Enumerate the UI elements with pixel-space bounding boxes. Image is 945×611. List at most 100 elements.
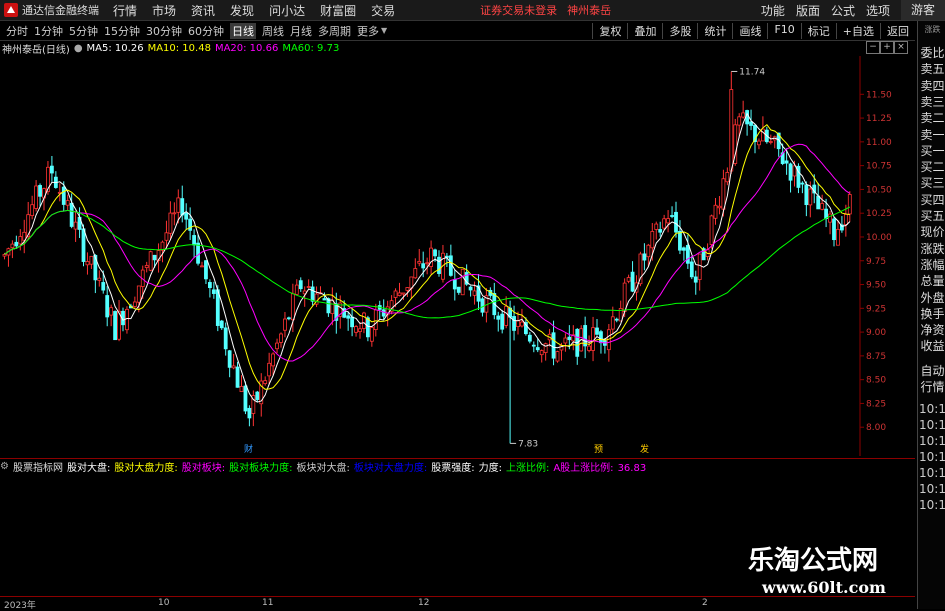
tool-draw-line[interactable]: 画线 xyxy=(732,22,767,39)
event-marker: 发 xyxy=(640,443,649,455)
candle-body xyxy=(105,295,110,318)
indicator-settings-icon[interactable]: ⚙ xyxy=(0,461,9,472)
menu-options[interactable]: 选项 xyxy=(866,2,890,19)
tab-intraday[interactable]: 分时 xyxy=(6,23,28,39)
menu-item-quotes[interactable]: 行情 xyxy=(113,2,137,19)
indicator-bar: ⚙ 股票指标网 股对大盘: 股对大盘力度: 股对板块: 股对板块力度: 板块对大盘: 板块… xyxy=(0,458,915,474)
quote-sidebar: 涨跌 委比 卖五 卖四 卖三 卖二 卖一 买一 买二 买三 买四 买五 现价 涨跌 涨幅 总量 外盘 换手 净资收… xyxy=(917,21,945,609)
menu-bar: 通达信金融终端 行情 市场 资讯 发现 问小达 财富圈 交易 证券交易未登录 神… xyxy=(0,0,945,21)
y-tick-label: 10.75 xyxy=(866,162,892,172)
candle-body xyxy=(721,178,726,210)
candle-body xyxy=(456,286,461,293)
chart-info-line: 神州泰岳(日线) ● MA5: 10.26 MA10: 10.48 MA20: … xyxy=(2,41,343,56)
candle-body xyxy=(630,271,635,292)
candle-body xyxy=(38,185,42,197)
extreme-label: 7.83 xyxy=(518,439,538,449)
candle-body xyxy=(65,200,70,206)
tool-back[interactable]: 返回 xyxy=(880,22,915,39)
candle-body xyxy=(235,366,240,388)
y-tick-label: 11.25 xyxy=(866,114,892,124)
candle-body xyxy=(587,345,591,351)
menu-item-wealth[interactable]: 财富圈 xyxy=(320,2,356,19)
tool-f10[interactable]: F10 xyxy=(767,22,800,39)
more-chevron-icon[interactable]: ▼ xyxy=(381,26,387,35)
tab-60min[interactable]: 60分钟 xyxy=(188,23,224,39)
y-tick-label: 10.50 xyxy=(866,185,892,195)
candle-body xyxy=(555,351,560,362)
candle-body xyxy=(543,343,548,353)
menu-item-market[interactable]: 市场 xyxy=(152,2,176,19)
sidebar-label: 总量 xyxy=(920,274,945,289)
menu-formula[interactable]: 公式 xyxy=(831,2,855,19)
trade-login-alert[interactable]: 证券交易未登录 xyxy=(480,2,557,18)
sidebar-label: 涨幅 xyxy=(920,257,945,272)
candle-body xyxy=(97,277,102,281)
menu-function[interactable]: 功能 xyxy=(761,2,785,19)
y-tick-label: 8.00 xyxy=(866,423,886,433)
candle-body xyxy=(239,386,244,392)
candle-body xyxy=(697,253,702,280)
close-chart-icon[interactable]: × xyxy=(894,41,908,54)
candle-body xyxy=(460,268,465,296)
candle-body xyxy=(50,165,54,174)
candle-body xyxy=(164,232,169,241)
menu-item-trade[interactable]: 交易 xyxy=(371,2,395,19)
candle-body xyxy=(275,342,279,350)
candle-body xyxy=(354,326,358,333)
candle-body xyxy=(417,261,422,264)
zoom-out-icon[interactable]: − xyxy=(866,41,880,54)
indicator-item: 板块对大盘力度: xyxy=(353,462,428,474)
tool-overlay[interactable]: 叠加 xyxy=(627,22,662,39)
sidebar-label: 委比 xyxy=(920,46,945,60)
period-tab-bar: 分时 1分钟 5分钟 15分钟 30分钟 60分钟 日线 周线 月线 多周期 更… xyxy=(0,21,915,41)
candle-body xyxy=(176,197,181,213)
sidebar-label: 卖三 xyxy=(920,94,945,109)
settings-dot-icon[interactable]: ● xyxy=(74,43,83,54)
menu-item-news[interactable]: 资讯 xyxy=(191,2,215,19)
candle-body xyxy=(227,350,232,368)
candle-body xyxy=(172,212,177,215)
tab-30min[interactable]: 30分钟 xyxy=(146,23,182,39)
tab-monthly[interactable]: 月线 xyxy=(290,23,312,39)
candle-body xyxy=(152,254,157,261)
menu-layout[interactable]: 版面 xyxy=(796,2,820,19)
candle-body xyxy=(820,203,825,210)
candle-body xyxy=(365,317,370,338)
candle-body xyxy=(10,243,15,249)
tool-adjust[interactable]: 复权 xyxy=(592,22,627,39)
candle-body xyxy=(247,407,252,419)
tab-daily[interactable]: 日线 xyxy=(230,22,256,39)
chart-toolbar: 复权 叠加 多股 统计 画线 F10 标记 +自选 返回 xyxy=(592,22,915,39)
candle-body xyxy=(828,213,832,223)
tdx-logo-icon xyxy=(4,3,18,17)
tool-mark[interactable]: 标记 xyxy=(800,22,836,39)
tool-statistics[interactable]: 统计 xyxy=(697,22,732,39)
candle-body xyxy=(654,223,659,230)
candlestick-chart[interactable]: 11.50 11.25 11.00 10.75 10.50 10.25 10.00 9.75 9… xyxy=(0,56,915,456)
indicator-name[interactable]: 股票指标网 xyxy=(13,459,63,474)
candle-body xyxy=(393,290,398,298)
tab-5min[interactable]: 5分钟 xyxy=(69,23,98,39)
candle-body xyxy=(18,236,23,245)
tool-add-watchlist[interactable]: +自选 xyxy=(835,22,880,39)
tool-multi-stock[interactable]: 多股 xyxy=(662,22,697,39)
sidebar-label: 净资 xyxy=(920,323,945,338)
guest-button[interactable]: 游客 xyxy=(900,0,945,20)
ma60-value: MA60: 9.73 xyxy=(282,42,340,54)
zoom-in-icon[interactable]: + xyxy=(880,41,894,54)
menu-item-discover[interactable]: 发现 xyxy=(230,2,254,19)
tab-1min[interactable]: 1分钟 xyxy=(34,23,63,39)
candle-body xyxy=(381,309,386,317)
candle-body xyxy=(662,218,667,229)
candle-body xyxy=(678,230,682,251)
menu-item-ask[interactable]: 问小达 xyxy=(269,2,305,19)
x-tick: 10 xyxy=(158,598,170,608)
x-tick: 12 xyxy=(418,598,430,608)
tab-multi-period[interactable]: 多周期 xyxy=(318,23,351,39)
y-tick-label: 10.25 xyxy=(866,209,892,219)
tab-more[interactable]: 更多 xyxy=(357,23,379,39)
ma10-line xyxy=(4,123,850,390)
tab-weekly[interactable]: 周线 xyxy=(262,23,284,39)
candle-body xyxy=(362,312,366,329)
tab-15min[interactable]: 15分钟 xyxy=(104,23,140,39)
